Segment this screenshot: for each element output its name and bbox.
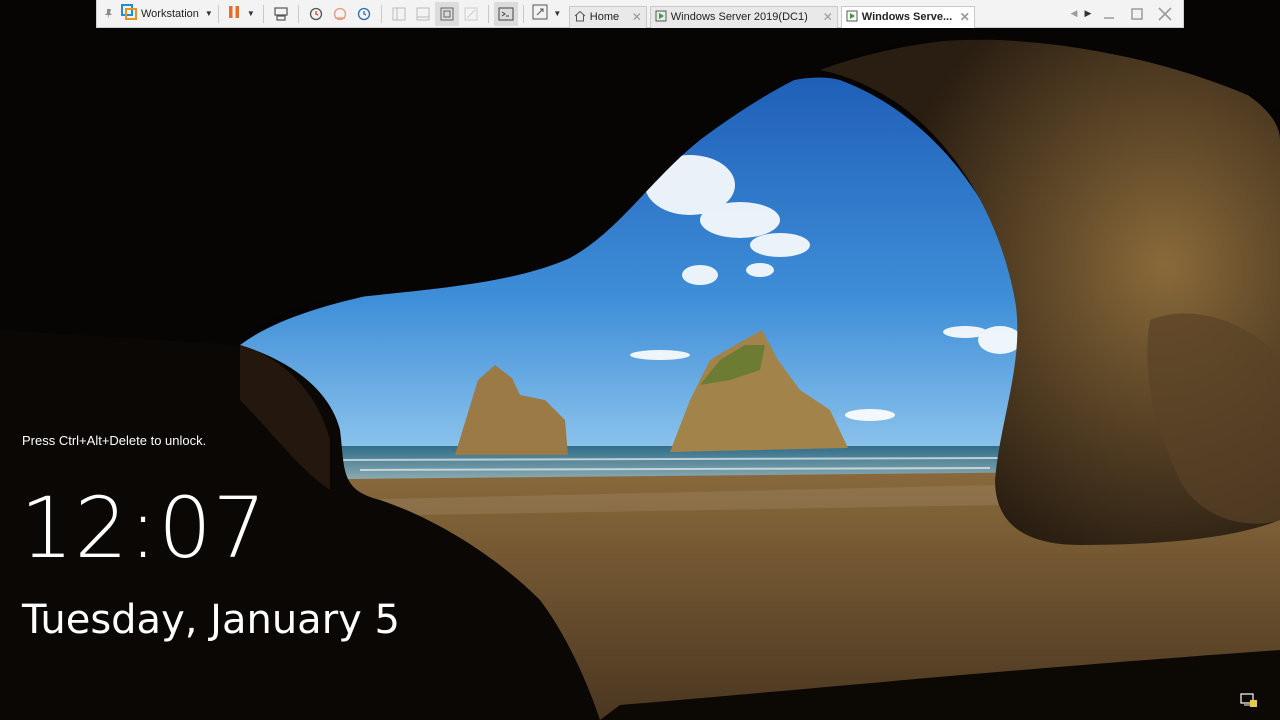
console-icon[interactable] — [493, 1, 518, 26]
revert-snapshot-icon[interactable] — [328, 2, 352, 26]
tab-label: Windows Serve... — [861, 11, 953, 23]
separator — [522, 4, 524, 23]
close-icon[interactable]: ✕ — [823, 10, 833, 24]
vmware-logo-icon — [121, 4, 137, 23]
vm-icon — [846, 10, 858, 25]
view-thumbnail-icon[interactable] — [411, 2, 435, 26]
product-menu[interactable]: Workstation ▼ — [121, 2, 213, 26]
vm-tab-strip: Home ✕ Windows Server 2019(DC1) ✕ Window… — [568, 0, 978, 28]
separator — [380, 4, 382, 23]
fullscreen-icon — [532, 4, 548, 23]
separator — [217, 4, 219, 23]
close-icon[interactable] — [1151, 2, 1179, 26]
scroll-tabs-right-icon[interactable]: ▶ — [1081, 2, 1095, 26]
view-library-icon[interactable] — [387, 2, 411, 26]
snapshot-manager-icon[interactable] — [352, 2, 376, 26]
lock-clock: 12:07 — [20, 479, 268, 577]
tab-home[interactable]: Home ✕ — [568, 5, 647, 28]
chevron-down-icon: ▼ — [553, 9, 562, 18]
fullscreen-button[interactable]: ▼ — [529, 2, 565, 26]
separator — [297, 4, 299, 23]
product-label: Workstation — [141, 7, 199, 20]
lock-date: Tuesday, January 5 — [22, 597, 400, 643]
snapshot-icon[interactable] — [304, 2, 328, 26]
separator — [262, 4, 264, 23]
view-fit-icon[interactable] — [434, 1, 459, 26]
pin-icon[interactable] — [97, 2, 121, 26]
window-controls: ◀ ▶ — [1067, 2, 1183, 26]
pause-button[interactable]: ▼ — [224, 2, 258, 26]
scroll-tabs-left-icon[interactable]: ◀ — [1067, 2, 1081, 26]
vm-icon — [655, 10, 667, 25]
close-icon[interactable]: ✕ — [632, 10, 642, 24]
chevron-down-icon: ▼ — [204, 9, 213, 18]
tab-label: Windows Server 2019(DC1) — [670, 11, 808, 23]
tab-vm-current[interactable]: Windows Serve... ✕ — [840, 5, 975, 28]
network-tray-icon[interactable] — [1240, 692, 1258, 708]
tab-vm-dc1[interactable]: Windows Server 2019(DC1) ✕ — [649, 5, 838, 28]
maximize-icon[interactable] — [1123, 2, 1151, 26]
separator — [487, 4, 489, 23]
unlock-hint: Press Ctrl+Alt+Delete to unlock. — [22, 433, 207, 448]
pause-icon — [227, 5, 241, 22]
chevron-down-icon: ▼ — [246, 9, 255, 18]
minimize-icon[interactable] — [1095, 2, 1123, 26]
view-unity-icon[interactable] — [459, 2, 483, 26]
vmware-toolbar: Workstation ▼ ▼ ▼ Home ✕ Windows Server … — [96, 0, 1184, 28]
tab-label: Home — [589, 11, 620, 23]
home-icon — [574, 10, 586, 25]
send-keys-icon[interactable] — [269, 2, 293, 26]
close-icon[interactable]: ✕ — [960, 10, 970, 24]
